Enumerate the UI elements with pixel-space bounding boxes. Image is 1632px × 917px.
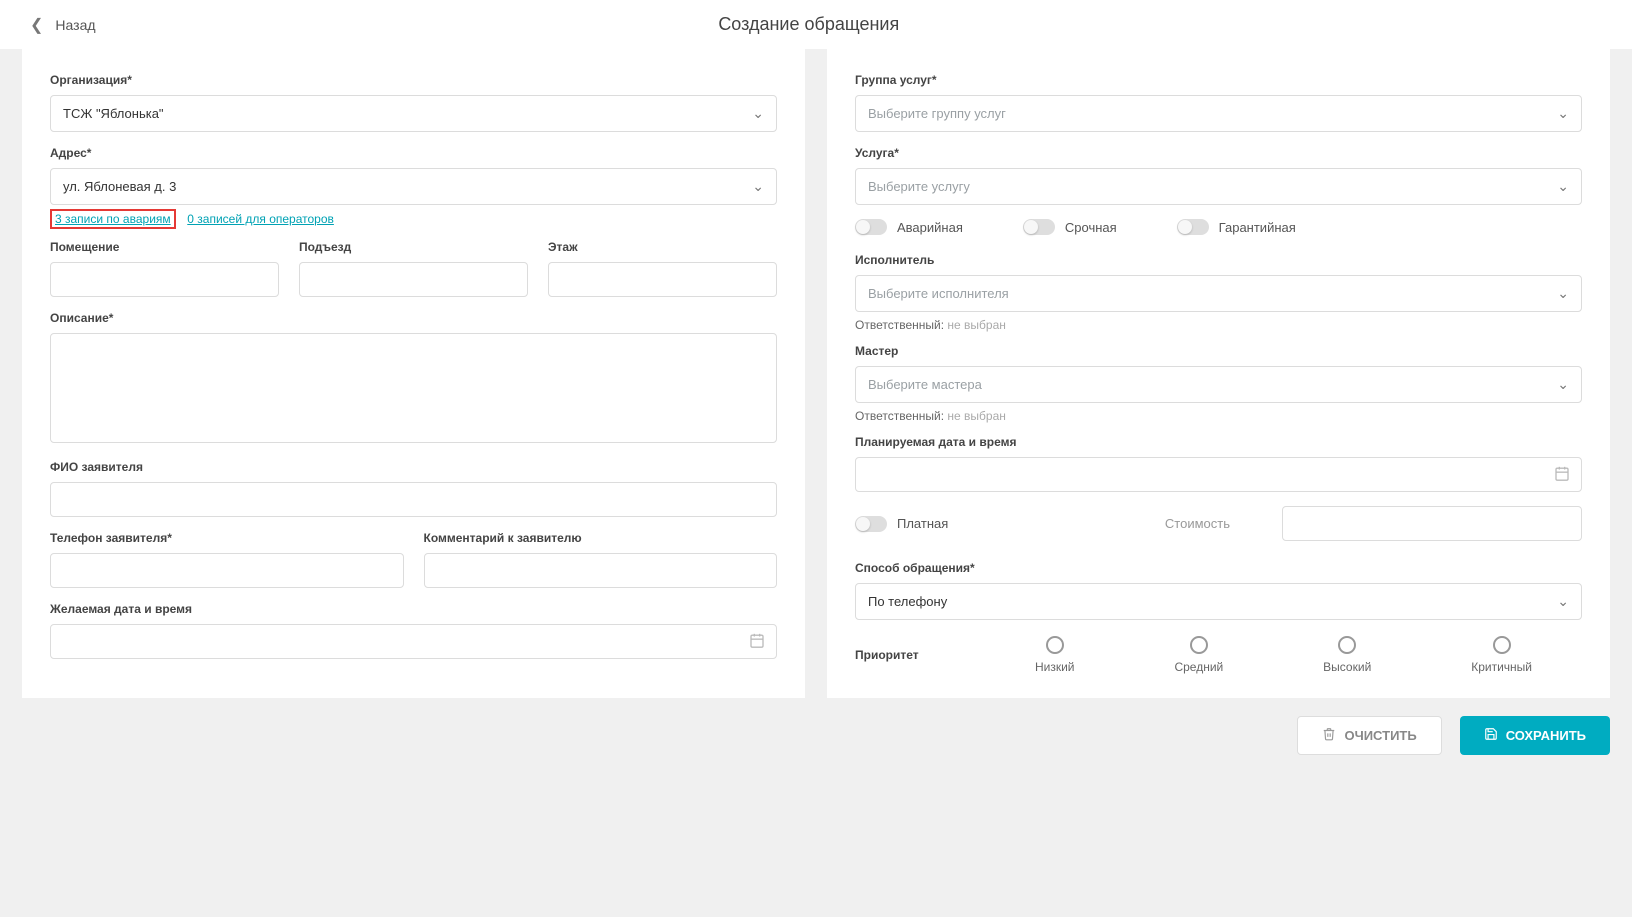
desc-textarea[interactable] [50, 333, 777, 443]
urgent-toggle-item: Срочная [1023, 219, 1117, 235]
priority-high[interactable]: Высокий [1323, 636, 1371, 674]
emergency-toggle[interactable] [855, 219, 887, 235]
org-value: ТСЖ "Яблонька" [63, 106, 164, 121]
method-select[interactable]: По телефону ⌄ [855, 583, 1582, 620]
wishdate-input[interactable] [50, 624, 777, 659]
save-button[interactable]: СОХРАНИТЬ [1460, 716, 1610, 755]
priority-label: Приоритет [855, 648, 985, 662]
floor-label: Этаж [548, 240, 777, 254]
radio-icon [1046, 636, 1064, 654]
comment-label: Комментарий к заявителю [424, 531, 778, 545]
master-label: Мастер [855, 344, 1582, 358]
addr-label: Адрес* [50, 146, 777, 160]
floor-input[interactable] [548, 262, 777, 297]
paid-toggle-item: Платная [855, 516, 948, 532]
paid-label: Платная [897, 516, 948, 531]
service-select[interactable]: Выберите услугу ⌄ [855, 168, 1582, 205]
footer: ОЧИСТИТЬ СОХРАНИТЬ [0, 716, 1632, 775]
priority-crit[interactable]: Критичный [1471, 636, 1532, 674]
urgent-toggle[interactable] [1023, 219, 1055, 235]
save-icon [1484, 727, 1498, 744]
priority-crit-label: Критичный [1471, 660, 1532, 674]
cost-label: Стоимость [1165, 516, 1230, 531]
paid-toggle[interactable] [855, 516, 887, 532]
right-panel: Группа услуг* Выберите группу услуг ⌄ Ус… [827, 49, 1610, 698]
calendar-icon[interactable] [749, 632, 765, 651]
radio-icon [1190, 636, 1208, 654]
page-header: ❮ Назад Создание обращения [0, 0, 1632, 49]
left-panel: Организация* ТСЖ "Яблонька" ⌄ Адрес* ул.… [22, 49, 805, 698]
priority-low-label: Низкий [1035, 660, 1075, 674]
resp-value: не выбран [947, 318, 1005, 332]
room-label: Помещение [50, 240, 279, 254]
chevron-left-icon: ❮ [30, 15, 43, 35]
addr-select[interactable]: ул. Яблоневая д. 3 ⌄ [50, 168, 777, 205]
priority-mid-label: Средний [1174, 660, 1223, 674]
comment-input[interactable] [424, 553, 778, 588]
chevron-down-icon: ⌄ [1557, 178, 1569, 195]
executor-select[interactable]: Выберите исполнителя ⌄ [855, 275, 1582, 312]
emergency-label: Аварийная [897, 220, 963, 235]
resp-label: Ответственный: [855, 409, 944, 423]
clear-label: ОЧИСТИТЬ [1344, 728, 1416, 743]
method-label: Способ обращения* [855, 561, 1582, 575]
chevron-down-icon: ⌄ [752, 178, 764, 195]
trash-icon [1322, 727, 1336, 744]
service-label: Услуга* [855, 146, 1582, 160]
accidents-link[interactable]: 3 записи по авариям [50, 209, 176, 229]
page-title: Создание обращения [96, 14, 1522, 35]
master-responsible: Ответственный: не выбран [855, 409, 1582, 423]
master-select[interactable]: Выберите мастера ⌄ [855, 366, 1582, 403]
warranty-toggle[interactable] [1177, 219, 1209, 235]
group-placeholder: Выберите группу услуг [868, 106, 1006, 121]
master-placeholder: Выберите мастера [868, 377, 982, 392]
group-label: Группа услуг* [855, 73, 1582, 87]
phone-input[interactable] [50, 553, 404, 588]
entrance-input[interactable] [299, 262, 528, 297]
radio-icon [1338, 636, 1356, 654]
org-select[interactable]: ТСЖ "Яблонька" ⌄ [50, 95, 777, 132]
phone-label: Телефон заявителя* [50, 531, 404, 545]
fio-label: ФИО заявителя [50, 460, 777, 474]
executor-placeholder: Выберите исполнителя [868, 286, 1009, 301]
save-label: СОХРАНИТЬ [1506, 728, 1586, 743]
resp-label: Ответственный: [855, 318, 944, 332]
radio-icon [1493, 636, 1511, 654]
clear-button[interactable]: ОЧИСТИТЬ [1297, 716, 1441, 755]
entrance-label: Подъезд [299, 240, 528, 254]
cost-input[interactable] [1282, 506, 1582, 541]
plandate-label: Планируемая дата и время [855, 435, 1582, 449]
chevron-down-icon: ⌄ [1557, 285, 1569, 302]
priority-low[interactable]: Низкий [1035, 636, 1075, 674]
back-button[interactable]: ❮ Назад [30, 15, 96, 35]
fio-input[interactable] [50, 482, 777, 517]
priority-mid[interactable]: Средний [1174, 636, 1223, 674]
group-select[interactable]: Выберите группу услуг ⌄ [855, 95, 1582, 132]
warranty-toggle-item: Гарантийная [1177, 219, 1296, 235]
method-value: По телефону [868, 594, 947, 609]
service-placeholder: Выберите услугу [868, 179, 970, 194]
chevron-down-icon: ⌄ [1557, 376, 1569, 393]
chevron-down-icon: ⌄ [1557, 105, 1569, 122]
executor-label: Исполнитель [855, 253, 1582, 267]
urgent-label: Срочная [1065, 220, 1117, 235]
org-label: Организация* [50, 73, 777, 87]
warranty-label: Гарантийная [1219, 220, 1296, 235]
executor-responsible: Ответственный: не выбран [855, 318, 1582, 332]
wishdate-label: Желаемая дата и время [50, 602, 777, 616]
resp-value: не выбран [947, 409, 1005, 423]
priority-high-label: Высокий [1323, 660, 1371, 674]
addr-value: ул. Яблоневая д. 3 [63, 179, 176, 194]
operators-link[interactable]: 0 записей для операторов [187, 212, 334, 226]
plandate-input[interactable] [855, 457, 1582, 492]
chevron-down-icon: ⌄ [752, 105, 764, 122]
calendar-icon[interactable] [1554, 465, 1570, 484]
desc-label: Описание* [50, 311, 777, 325]
emergency-toggle-item: Аварийная [855, 219, 963, 235]
chevron-down-icon: ⌄ [1557, 593, 1569, 610]
room-input[interactable] [50, 262, 279, 297]
back-label: Назад [55, 17, 95, 33]
